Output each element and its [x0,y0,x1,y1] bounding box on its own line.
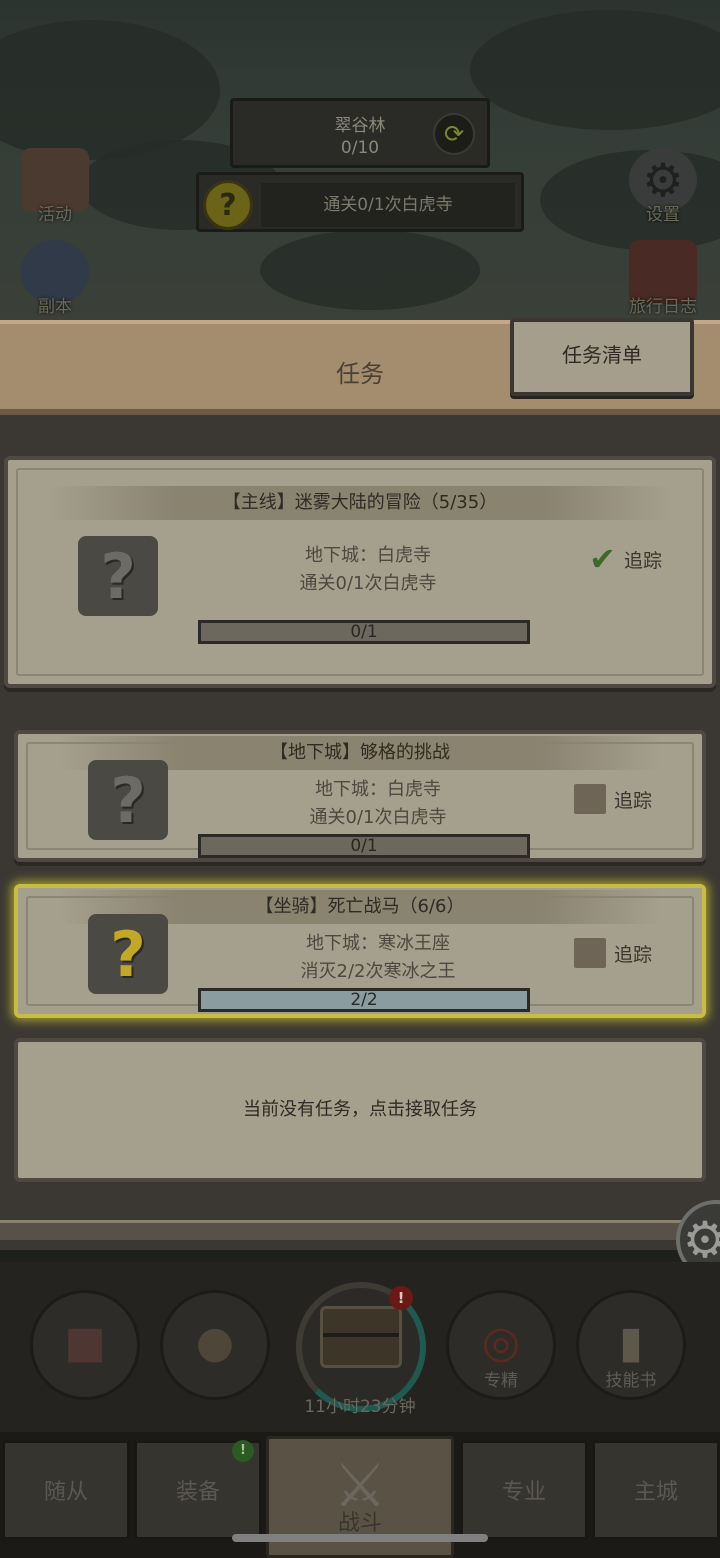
skill-book-icon: ▮ [618,1316,644,1368]
question-icon: ? [88,760,168,840]
checkbox [573,784,606,814]
track-label: 追踪 [613,943,652,966]
potion-icon: ■ [64,1316,106,1368]
dungeon-label: 副本 [38,297,72,317]
track-toggle[interactable]: 追踪 [573,938,652,968]
travel-log-label: 旅行日志 [629,297,697,317]
chest-timer: 11小时23分钟 [304,1397,416,1417]
progress-text: 0/1 [350,622,378,642]
track-toggle[interactable]: ✔ 追踪 [589,540,662,578]
food-button[interactable]: ● [160,1290,270,1400]
crossed-swords-icon: ⚔ [333,1451,387,1521]
quest-description: 地下城：白虎寺 通关0/1次白虎寺 [188,542,548,598]
specialize-button[interactable]: ◎ 专精 [446,1290,556,1400]
accept-quest-slot[interactable]: 当前没有任务，点击接取任务 [14,1038,706,1182]
quest-description: 地下城：寒冰王座 消灭2/2次寒冰之王 [198,930,558,986]
track-label: 追踪 [613,789,652,812]
checkbox [573,938,606,968]
question-icon: ? [88,914,168,994]
chest-icon [320,1306,402,1368]
quest-progress-bar: 0/1 [198,620,530,644]
quest-hint[interactable]: ? 通关0/1次白虎寺 [196,172,524,232]
progress-text: 2/2 [350,990,378,1010]
settings-button[interactable]: ⚙ 设置 [618,148,708,225]
checkmark-icon: ✔ [589,540,616,578]
quest-objective: 消灭2/2次寒冰之王 [300,961,456,982]
zone-progress-box: 翠谷林 0/10 ⟳ [230,98,490,168]
skill-book-label: 技能书 [605,1371,657,1391]
quest-title: 【主线】迷雾大陆的冒险（5/35） [48,486,672,520]
nav-profession[interactable]: 专业 [460,1440,588,1540]
travel-log-button[interactable]: 旅行日志 [618,240,708,317]
settings-label: 设置 [646,205,680,225]
panel-edge [0,1220,720,1240]
quest-card[interactable]: 【地下城】够格的挑战 ? 地下城：白虎寺 通关0/1次白虎寺 0/1 追踪 [14,730,706,862]
refresh-icon[interactable]: ⟳ [433,113,475,155]
quest-panel: 任务 任务清单 【主线】迷雾大陆的冒险（5/35） ? 地下城：白虎寺 通关0/… [0,318,720,1250]
bread-icon: ● [195,1316,235,1368]
talent-icon: ◎ [481,1316,521,1368]
dungeon-button[interactable]: 副本 [10,240,100,317]
quest-list-tab[interactable]: 任务清单 [510,318,694,396]
equipment-badge: ! [232,1440,254,1462]
alert-badge: ! [389,1286,413,1310]
question-icon: ? [78,536,158,616]
quest-card-active[interactable]: 【坐骑】死亡战马（6/6） ? 地下城：寒冰王座 消灭2/2次寒冰之王 2/2 … [14,884,706,1018]
specialize-label: 专精 [484,1371,518,1391]
quest-card[interactable]: 【主线】迷雾大陆的冒险（5/35） ? 地下城：白虎寺 通关0/1次白虎寺 0/… [4,456,716,688]
track-toggle[interactable]: 追踪 [573,784,652,814]
quest-location: 地下城：寒冰王座 [306,933,450,954]
quest-objective: 通关0/1次白虎寺 [299,573,437,594]
activity-label: 活动 [38,205,72,225]
quest-progress-bar: 2/2 [198,988,530,1012]
quest-location: 地下城：白虎寺 [315,779,441,800]
quest-progress-bar: 0/1 [198,834,530,858]
quest-description: 地下城：白虎寺 通关0/1次白虎寺 [198,776,558,832]
home-indicator[interactable] [232,1534,488,1542]
question-icon: ? [203,180,253,230]
quest-objective: 通关0/1次白虎寺 [309,807,447,828]
quest-hint-text: 通关0/1次白虎寺 [261,183,515,227]
nav-followers[interactable]: 随从 [2,1440,130,1540]
skill-book-button[interactable]: ▮ 技能书 [576,1290,686,1400]
quest-location: 地下城：白虎寺 [305,545,431,566]
activity-button[interactable]: 活动 [10,148,100,225]
track-label: 追踪 [623,549,662,572]
potion-button[interactable]: ■ [30,1290,140,1400]
progress-text: 0/1 [350,836,378,856]
nav-main-city[interactable]: 主城 [592,1440,720,1540]
